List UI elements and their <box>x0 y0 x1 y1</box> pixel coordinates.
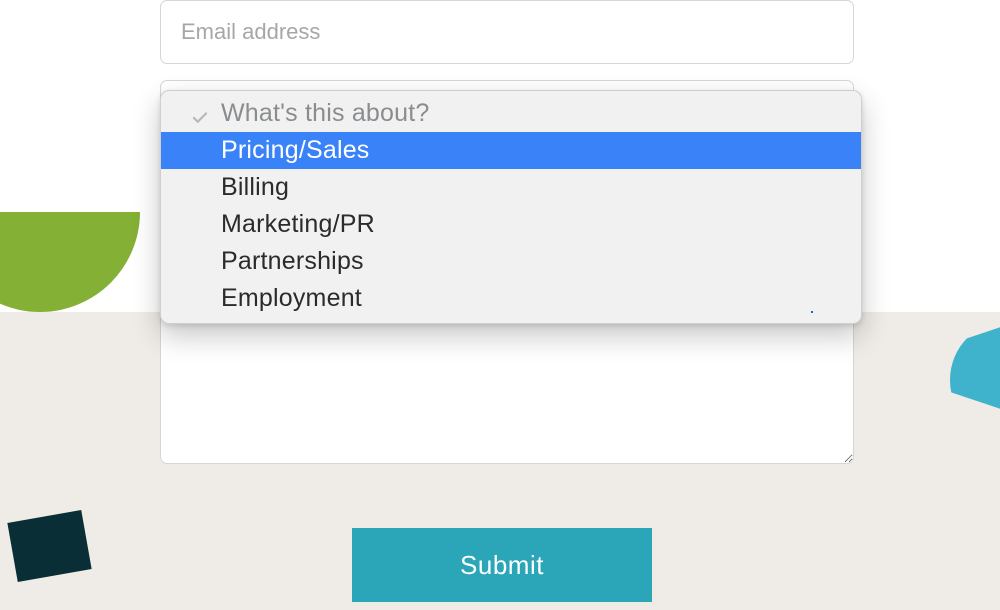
topic-option-partnerships[interactable]: Partnerships <box>161 243 861 280</box>
decorative-dark-square <box>7 510 91 582</box>
topic-option-label: Partnerships <box>221 247 364 276</box>
check-icon <box>191 105 209 123</box>
topic-option-label: Pricing/Sales <box>221 136 370 165</box>
contact-form: What's this about? Pricing/Sales Billing… <box>160 0 854 220</box>
topic-option-marketing-pr[interactable]: Marketing/PR <box>161 206 861 243</box>
topic-dropdown-list: What's this about? Pricing/Sales Billing… <box>160 90 862 324</box>
topic-option-employment[interactable]: Employment <box>161 280 861 317</box>
topic-option-pricing-sales[interactable]: Pricing/Sales <box>161 132 861 169</box>
submit-button[interactable]: Submit <box>352 528 652 602</box>
dropdown-corner-dot <box>811 311 813 313</box>
topic-option-label: Billing <box>221 173 289 202</box>
topic-option-placeholder[interactable]: What's this about? <box>161 95 861 132</box>
topic-option-billing[interactable]: Billing <box>161 169 861 206</box>
topic-option-label: Employment <box>221 284 362 313</box>
email-field[interactable] <box>160 0 854 64</box>
decorative-green-half-circle <box>0 212 140 312</box>
topic-option-label: What's this about? <box>221 99 429 128</box>
topic-option-label: Marketing/PR <box>221 210 375 239</box>
